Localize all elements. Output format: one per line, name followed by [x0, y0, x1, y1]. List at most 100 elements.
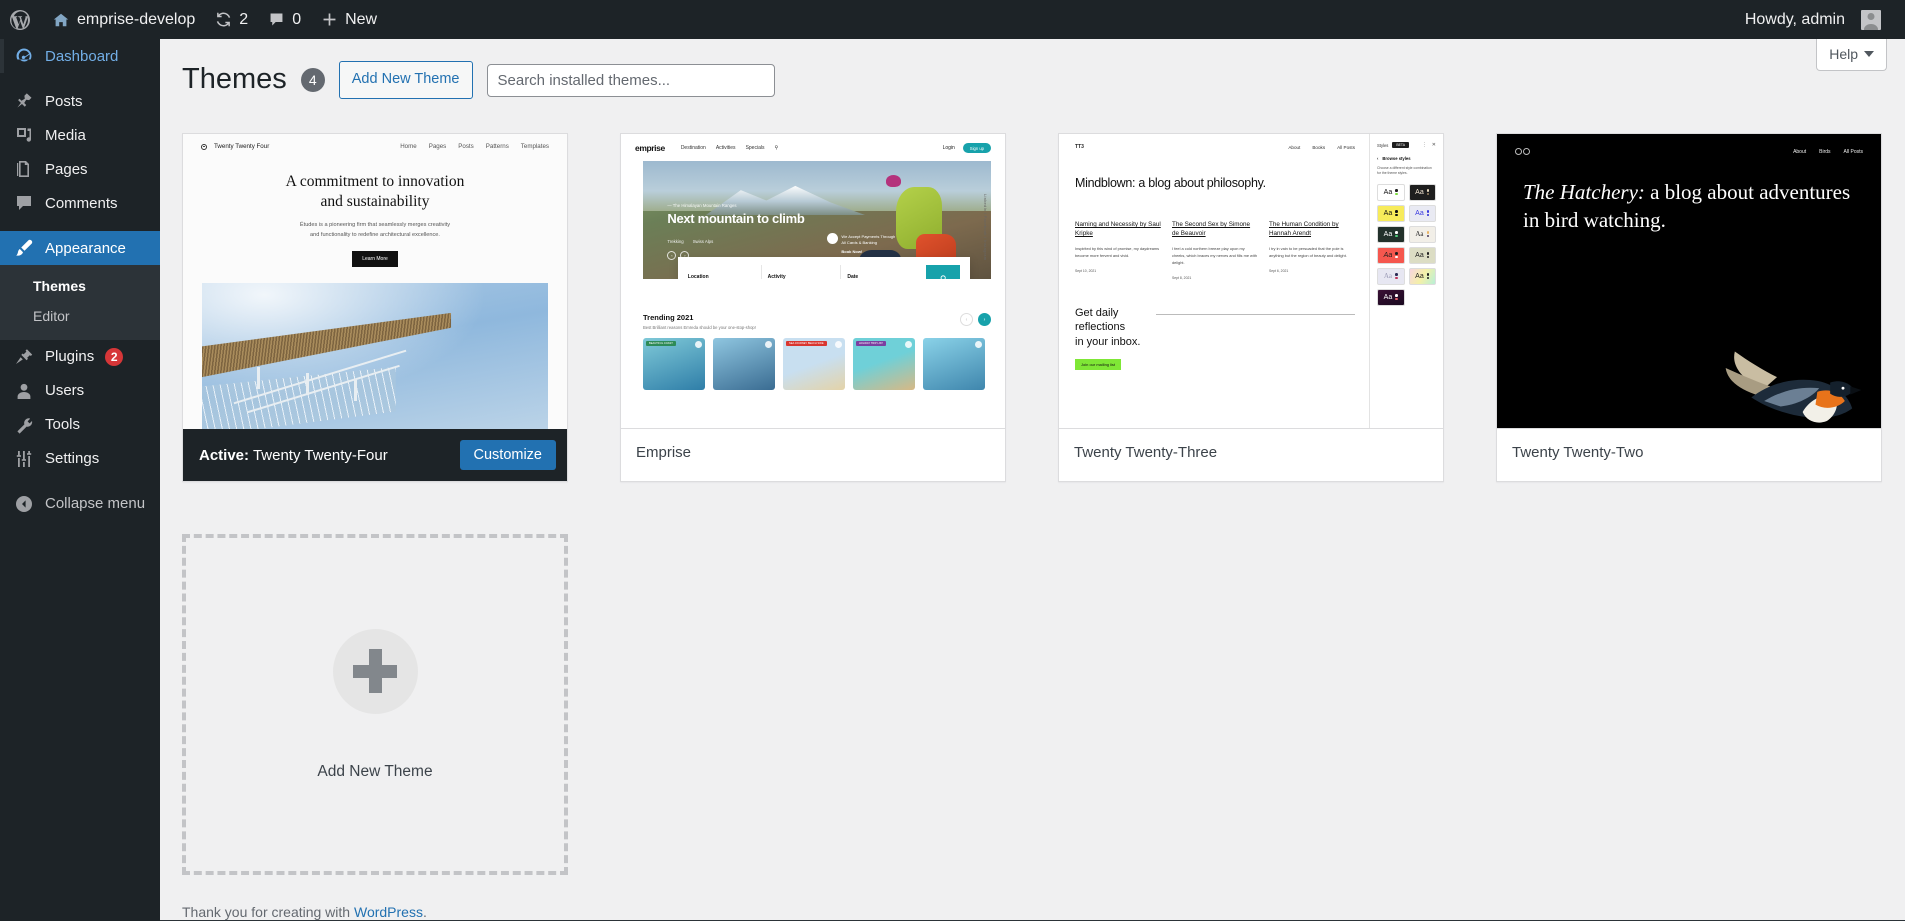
style-swatch: Aa [1377, 246, 1405, 264]
preview-tag: Trekking [667, 238, 684, 244]
theme-screenshot[interactable]: TT3 About Books All Posts Mindblown: a b… [1059, 134, 1443, 429]
theme-card-emprise[interactable]: emprise Destination Activities Specials … [620, 133, 1006, 482]
preview-field-label: Date [847, 274, 858, 279]
sidebar-item-dashboard[interactable]: Dashboard [0, 39, 160, 73]
sidebar-item-settings[interactable]: Settings [0, 442, 160, 476]
style-swatch: Aa [1408, 246, 1436, 264]
preview-post: Naming and Necessity by Saul Kripke Insp… [1075, 220, 1161, 280]
sidebar-item-appearance[interactable]: Appearance [0, 231, 160, 265]
preview-heading-line1: A commitment to innovation [285, 173, 465, 190]
sidebar-item-label: Users [45, 382, 85, 400]
sidebar-item-tools[interactable]: Tools [0, 408, 160, 442]
theme-card-twenty-twenty-three[interactable]: TT3 About Books All Posts Mindblown: a b… [1058, 133, 1444, 482]
post-title: The Second Sex by Simone de Beauvoir [1172, 221, 1251, 238]
howdy-label: Howdy, admin [1744, 10, 1845, 28]
sidebar-item-pages[interactable]: Pages [0, 152, 160, 186]
sidebar-item-posts[interactable]: Posts [0, 84, 160, 118]
cta-button: Join our mailing list [1075, 359, 1122, 371]
wrench-icon [14, 415, 34, 435]
add-new-theme-button[interactable]: Add New Theme [338, 61, 473, 99]
wordpress-logo-icon [8, 8, 32, 32]
add-new-theme-card[interactable]: Add New Theme [182, 534, 568, 875]
swatch-text: Aa [1383, 293, 1393, 301]
preview-nav-link: Templates [520, 143, 549, 150]
preview-brand: TT3 [1075, 144, 1084, 150]
collapse-arrow-icon [14, 494, 34, 514]
swatch-text: Aa [1415, 209, 1424, 217]
page-header: Themes 4 Add New Theme [160, 39, 1905, 101]
search-icon: ⚲ [774, 145, 779, 151]
plugins-update-badge: 2 [105, 347, 124, 366]
post-excerpt: I feel a cold northern breeze play upon … [1172, 246, 1257, 265]
sidebar-item-collapse-menu[interactable]: Collapse menu [0, 487, 160, 521]
cta-line2: reflections [1075, 321, 1126, 334]
submenu-item-editor[interactable]: Editor [0, 301, 160, 331]
wordpress-link[interactable]: WordPress [354, 904, 423, 920]
style-swatch: Aa [1408, 267, 1436, 285]
preview-payment-note: We Accept Payments Through All Cards & B… [827, 233, 980, 255]
plus-icon [321, 11, 338, 28]
preview-nav-link: About [1793, 148, 1807, 155]
preview-nav-link: Destination [680, 145, 706, 151]
new-content-menu[interactable]: New [311, 0, 387, 39]
post-date: Sept 8, 2021 [1172, 275, 1192, 280]
submenu-item-themes[interactable]: Themes [0, 271, 160, 301]
wordpress-logo-button[interactable] [0, 0, 42, 39]
pages-icon [14, 159, 34, 179]
theme-screenshot[interactable]: Twenty Twenty Four Home Pages Posts Patt… [183, 134, 567, 429]
menu-separator [0, 220, 160, 231]
preview-hero: — The Himalayan Mountain Ranges Next mou… [643, 161, 991, 279]
sidebar-item-comments[interactable]: Comments [0, 186, 160, 220]
menu-separator [0, 73, 160, 84]
theme-count-badge: 4 [300, 68, 325, 92]
preview-nav: TT3 About Books All Posts [1075, 144, 1369, 150]
updates-menu[interactable]: 2 [205, 0, 258, 39]
preview-search-card: Location Enter your destination● Activit… [677, 257, 971, 279]
browse-styles-label: Browse styles [1382, 156, 1411, 161]
close-icon: ✕ [1431, 142, 1436, 148]
preview-post-list: Naming and Necessity by Saul Kripke Insp… [1075, 220, 1369, 280]
preview-nav-link: All Posts [1337, 144, 1355, 150]
updates-count: 2 [239, 10, 249, 28]
search-themes-input[interactable] [486, 63, 775, 97]
site-name-menu[interactable]: emprise-develop [42, 0, 205, 39]
sliders-icon [14, 449, 34, 469]
preview-logo-icon [201, 143, 207, 150]
avatar-icon [1861, 9, 1881, 30]
plus-icon [332, 628, 418, 714]
preview-tag: Swiss Alps [692, 238, 714, 244]
preview-title: Next mountain to climb [667, 210, 805, 226]
customize-button[interactable]: Customize [459, 440, 556, 470]
sidebar-item-label: Appearance [45, 239, 126, 257]
preview-payment-line2: All Cards & Banking [841, 240, 877, 246]
active-prefix: Active: [199, 446, 250, 464]
sidebar-item-label: Posts [45, 92, 83, 110]
theme-card-twenty-twenty-four[interactable]: Twenty Twenty Four Home Pages Posts Patt… [182, 133, 568, 482]
post-excerpt: Inspirited by this wind of promise, my d… [1075, 246, 1160, 259]
sidebar-item-media[interactable]: Media [0, 118, 160, 152]
my-account-menu[interactable]: Howdy, admin [1735, 0, 1891, 39]
style-swatch: Aa [1408, 225, 1436, 243]
theme-name: Emprise [636, 444, 692, 461]
sidebar-item-label: Dashboard [45, 47, 119, 65]
swatch-text: Aa [1415, 272, 1424, 280]
preview-login-link: Login [942, 145, 955, 151]
sidebar-item-label: Tools [45, 416, 81, 434]
footer-credit: Thank you for creating with WordPress. [182, 904, 427, 920]
preview-logo: emprise [635, 143, 665, 153]
help-toggle-button[interactable]: Help [1816, 39, 1887, 71]
theme-name: Twenty Twenty-Three [1074, 444, 1218, 461]
help-label: Help [1829, 46, 1858, 62]
themes-grid: Twenty Twenty Four Home Pages Posts Patt… [182, 133, 1892, 875]
sidebar-item-plugins[interactable]: Plugins 2 [0, 340, 160, 374]
theme-screenshot[interactable]: About Birds All Posts The Hatchery: a bl… [1497, 134, 1881, 429]
sidebar-item-users[interactable]: Users [0, 374, 160, 408]
user-icon [14, 381, 34, 401]
theme-card-twenty-twenty-two[interactable]: About Birds All Posts The Hatchery: a bl… [1496, 133, 1882, 482]
post-date: Sept 10, 2021 [1075, 268, 1097, 273]
preview-field-label: Activity [768, 274, 786, 279]
preview-nav-link: Home [400, 143, 417, 150]
theme-screenshot[interactable]: emprise Destination Activities Specials … [621, 134, 1005, 429]
comments-menu[interactable]: 0 [258, 0, 311, 39]
preview-nav-link: Birds [1819, 148, 1831, 155]
